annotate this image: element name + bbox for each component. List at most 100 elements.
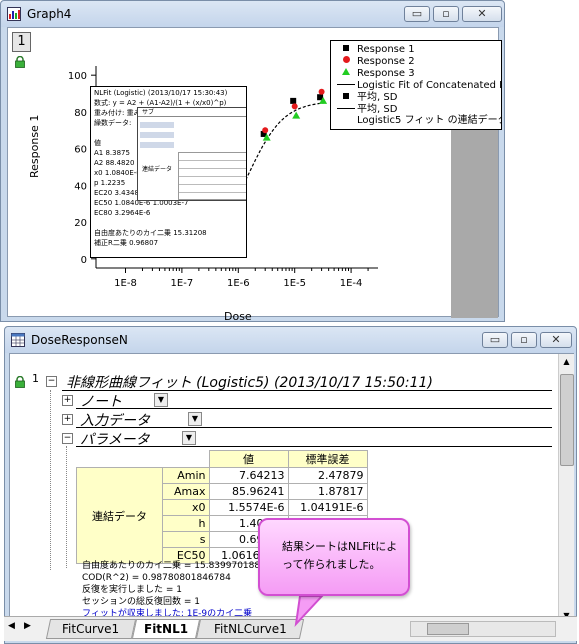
tree-line bbox=[62, 390, 552, 391]
response-2-point bbox=[291, 103, 298, 110]
graph-titlebar[interactable]: Graph4 ▭ ▫ ✕ bbox=[1, 1, 504, 27]
scroll-thumb[interactable] bbox=[560, 374, 574, 466]
legend-label: Response 2 bbox=[357, 56, 415, 67]
fit-note-line: セッションの総反復回数 = 1 bbox=[82, 597, 200, 607]
x-tick-label: 1E-7 bbox=[171, 278, 194, 289]
fit-results-box[interactable]: NLFit (Logistic) (2013/10/17 15:30:43) 数式… bbox=[90, 86, 247, 258]
legend-symbol-icon bbox=[335, 79, 357, 91]
fit-inset-table: サブ 連結データ bbox=[137, 107, 246, 201]
results-sheet[interactable]: 1 − 非線形曲線フィット (Logistic5) (2013/10/17 15… bbox=[9, 353, 574, 641]
legend-label: Logistic Fit of Concatenated D bbox=[357, 80, 502, 91]
minimize-button[interactable]: ▭ bbox=[482, 332, 508, 348]
tab-fitnlcurve1[interactable]: FitNLCurve1 bbox=[195, 619, 305, 639]
collapse-toggle[interactable]: − bbox=[46, 376, 57, 387]
param-name-cell[interactable]: x0 bbox=[162, 499, 210, 516]
table-row: 連結データ Amin 7.64213 2.47879 bbox=[76, 467, 368, 564]
tab-nav-last[interactable]: ▶ bbox=[24, 621, 31, 631]
fit-box-line: 補正R二乗 0.96807 bbox=[94, 239, 159, 247]
callout-text: 結果シートはNLFitによって作られました。 bbox=[282, 540, 398, 571]
restore-icon: ▫ bbox=[442, 7, 450, 20]
results-titlebar[interactable]: DoseResponseN ▭ ▫ ✕ bbox=[5, 327, 576, 353]
y-tick-label: 40 bbox=[74, 181, 87, 192]
legend-item: 平均, SD bbox=[335, 91, 397, 103]
legend-item: Response 1 bbox=[335, 43, 415, 55]
response-1-point bbox=[290, 97, 297, 104]
param-name-cell[interactable]: s bbox=[162, 531, 210, 548]
x-tick-label: 1E-8 bbox=[114, 278, 137, 289]
tab-fitnl1[interactable]: FitNL1 bbox=[131, 619, 201, 639]
legend-label: Logistic5 フィット の連結データ bbox=[357, 115, 502, 126]
row-number: 1 bbox=[32, 372, 39, 385]
tree-line bbox=[76, 446, 552, 447]
fit-box-line: 繰数データ: bbox=[94, 119, 132, 127]
tab-label: FitNLCurve1 bbox=[213, 622, 287, 636]
inset-label-data: 連結データ bbox=[142, 166, 173, 173]
response-3-point bbox=[292, 111, 301, 119]
results-window: DoseResponseN ▭ ▫ ✕ 1 − 非線形曲線フィット (Logis… bbox=[4, 326, 577, 644]
collapse-toggle[interactable]: − bbox=[62, 433, 73, 444]
fit-box-line: NLFit (Logistic) (2013/10/17 15:30:43) bbox=[94, 89, 228, 97]
param-error-cell[interactable]: 2.47879 bbox=[287, 467, 368, 484]
legend-item: Response 3 bbox=[335, 67, 415, 79]
vertical-scrollbar[interactable]: ▲ ▼ bbox=[558, 354, 574, 624]
tree-guide bbox=[66, 446, 68, 568]
response-2-point bbox=[262, 127, 269, 134]
close-button[interactable]: ✕ bbox=[540, 332, 572, 348]
inset-label-sub: サブ bbox=[142, 109, 155, 116]
hscroll-thumb[interactable] bbox=[427, 623, 469, 635]
legend-item: Response 2 bbox=[335, 55, 415, 67]
header-cell bbox=[163, 451, 210, 468]
tree-line bbox=[76, 427, 552, 428]
note-dropdown[interactable]: ▼ bbox=[154, 393, 168, 407]
inset-row bbox=[140, 132, 174, 138]
param-name-cell[interactable]: Amax bbox=[162, 483, 210, 500]
response-2-point bbox=[318, 88, 325, 95]
inset-row bbox=[140, 142, 174, 148]
close-icon: ✕ bbox=[551, 333, 561, 346]
close-button[interactable]: ✕ bbox=[462, 6, 502, 22]
fit-box-line: 重み付け: 重み bbox=[94, 109, 141, 117]
horizontal-scrollbar[interactable] bbox=[410, 621, 556, 637]
y-tick-label: 0 bbox=[81, 255, 87, 266]
x-tick-label: 1E-6 bbox=[227, 278, 250, 289]
tab-fitcurve1[interactable]: FitCurve1 bbox=[45, 619, 137, 639]
fit-note-line: 自由度あたりのカイ二乗 = 15.8399701884 bbox=[82, 561, 266, 571]
param-error-cell[interactable]: 1.87817 bbox=[287, 483, 368, 500]
expand-toggle[interactable]: + bbox=[62, 395, 73, 406]
legend[interactable]: Response 1 Response 2 Response 3 Logistic F… bbox=[330, 40, 502, 130]
tree-guide bbox=[50, 390, 52, 570]
legend-symbol-icon bbox=[335, 43, 357, 55]
scroll-up-arrow[interactable]: ▲ bbox=[559, 354, 574, 369]
params-dropdown[interactable]: ▼ bbox=[182, 431, 196, 445]
callout-note[interactable]: 結果シートはNLFitによって作られました。 bbox=[258, 518, 410, 596]
tab-label: FitCurve1 bbox=[62, 622, 120, 636]
expand-toggle[interactable]: + bbox=[62, 414, 73, 425]
fit-box-line: 自由度あたりのカイ二乗 15.31208 bbox=[94, 229, 207, 237]
restore-icon: ▫ bbox=[520, 333, 528, 346]
param-error-cell[interactable]: 1.04191E-6 bbox=[287, 499, 368, 516]
fit-note-line: COD(R^2) = 0.98780801846784 bbox=[82, 573, 231, 583]
minimize-button[interactable]: ▭ bbox=[404, 6, 430, 22]
legend-label: 平均, SD bbox=[357, 92, 398, 103]
restore-button[interactable]: ▫ bbox=[511, 332, 537, 348]
param-name-cell[interactable]: h bbox=[162, 515, 210, 532]
fit-box-line: p 1.2235 bbox=[94, 179, 126, 187]
restore-button[interactable]: ▫ bbox=[433, 6, 459, 22]
graph-page[interactable]: 1 1E-8 1E-7 1E-6 1E-5 1E-4 0 20 40 60 80 100 Dose … bbox=[7, 27, 502, 323]
param-value-cell[interactable]: 85.96241 bbox=[208, 483, 289, 500]
group-label: 連結データ bbox=[76, 467, 163, 564]
input-dropdown[interactable]: ▼ bbox=[188, 412, 202, 426]
inset-header bbox=[138, 108, 246, 117]
legend-symbol-icon bbox=[335, 55, 357, 67]
param-value-cell[interactable]: 1.5574E-6 bbox=[208, 499, 289, 516]
header-cell: 標準誤差 bbox=[287, 450, 368, 468]
x-axis-title: Dose bbox=[224, 310, 252, 323]
lock-icon[interactable] bbox=[14, 376, 26, 388]
graph-window-title: Graph4 bbox=[27, 7, 72, 21]
param-value-cell[interactable]: 7.64213 bbox=[208, 467, 289, 484]
param-name-cell[interactable]: Amin bbox=[162, 467, 210, 484]
legend-item: Logistic5 フィット の連結データ bbox=[335, 115, 502, 127]
y-tick-label: 60 bbox=[74, 145, 87, 156]
tree-line bbox=[76, 408, 552, 409]
tab-nav-first[interactable]: ◀ bbox=[8, 621, 15, 631]
